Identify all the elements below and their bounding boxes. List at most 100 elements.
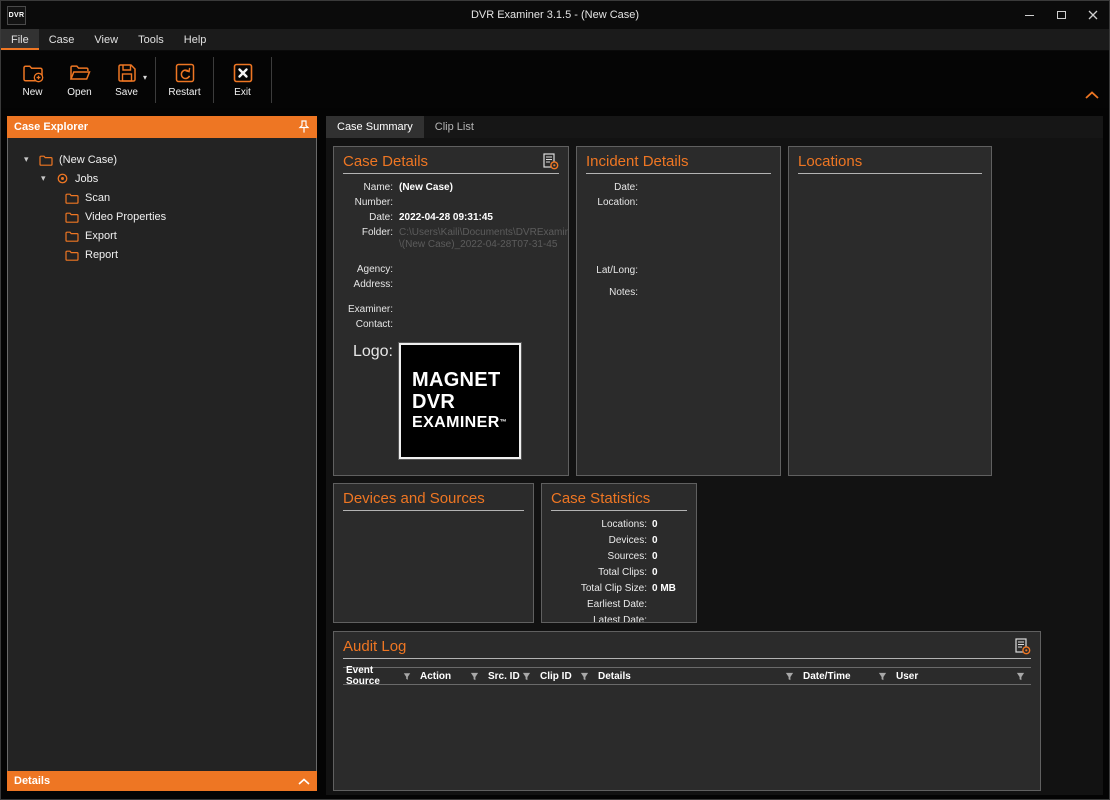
close-button[interactable] xyxy=(1077,1,1109,29)
field-name: Name: (New Case) xyxy=(343,182,559,194)
tree-item-label: (New Case) xyxy=(59,154,117,166)
tree-item-report[interactable]: Report xyxy=(8,245,316,264)
audit-report-icon[interactable] xyxy=(1014,638,1031,655)
field-agency: Agency: xyxy=(343,264,559,276)
field-examiner: Examiner: xyxy=(343,304,559,316)
devices-sources-panel: Devices and Sources xyxy=(333,483,534,623)
restart-button[interactable]: Restart xyxy=(161,54,208,106)
audit-log-panel: Audit Log Event Source xyxy=(333,631,1041,791)
open-case-icon xyxy=(68,61,92,85)
locations-panel: Locations xyxy=(788,146,992,476)
stat-total-clip-size: Total Clip Size: 0 MB xyxy=(551,583,687,595)
toolbar-divider xyxy=(213,57,214,103)
expander-icon[interactable]: ▾ xyxy=(24,154,39,165)
edit-report-icon[interactable] xyxy=(542,153,559,170)
app-window: DVR DVR Examiner 3.1.5 - (New Case) File… xyxy=(0,0,1110,800)
tree-item-label: Video Properties xyxy=(85,211,166,223)
maximize-icon xyxy=(1057,11,1066,19)
details-bar-label: Details xyxy=(14,775,50,787)
save-icon xyxy=(115,61,139,85)
tree-item-scan[interactable]: Scan xyxy=(8,188,316,207)
stat-latest-date: Latest Date: xyxy=(551,615,687,623)
field-contact: Contact: xyxy=(343,319,559,331)
field-incident-notes: Notes: xyxy=(586,287,771,299)
save-case-button[interactable]: ▾ Save xyxy=(103,54,150,106)
tree-item-label: Jobs xyxy=(75,173,98,185)
toolbar-divider xyxy=(155,57,156,103)
case-details-title: Case Details xyxy=(343,153,428,170)
tree-item-export[interactable]: Export xyxy=(8,226,316,245)
column-event-source[interactable]: Event Source xyxy=(343,668,417,684)
filter-icon[interactable] xyxy=(522,672,531,681)
menu-case[interactable]: Case xyxy=(39,29,85,50)
jobs-icon xyxy=(56,172,69,185)
tree-item-label: Report xyxy=(85,249,118,261)
restart-button-label: Restart xyxy=(168,87,200,98)
field-logo: Logo: MAGNET DVR EXAMINER™ xyxy=(343,343,559,459)
filter-icon[interactable] xyxy=(785,672,794,681)
case-explorer-title: Case Explorer xyxy=(14,121,88,133)
folder-icon xyxy=(65,211,79,223)
filter-icon[interactable] xyxy=(580,672,589,681)
folder-icon xyxy=(39,154,53,166)
window-controls xyxy=(1013,1,1109,29)
tree-item-video-properties[interactable]: Video Properties xyxy=(8,207,316,226)
window-title: DVR Examiner 3.1.5 - (New Case) xyxy=(1,9,1109,21)
devices-sources-header: Devices and Sources xyxy=(343,490,524,511)
toolbar: New Open ▾ Save Restart xyxy=(1,51,1109,108)
tree-item-jobs[interactable]: ▾ Jobs xyxy=(8,169,316,188)
field-incident-latlong: Lat/Long: xyxy=(586,265,771,277)
filter-icon[interactable] xyxy=(1016,672,1025,681)
tree-item-new-case[interactable]: ▾ (New Case) xyxy=(8,150,316,169)
incident-details-header: Incident Details xyxy=(586,153,771,174)
tab-clip-list[interactable]: Clip List xyxy=(424,116,485,138)
menu-bar: File Case View Tools Help xyxy=(1,29,1109,51)
filter-icon[interactable] xyxy=(403,672,411,681)
tab-case-summary[interactable]: Case Summary xyxy=(326,116,424,138)
menu-help[interactable]: Help xyxy=(174,29,217,50)
column-action[interactable]: Action xyxy=(417,668,485,684)
save-dropdown-caret-icon[interactable]: ▾ xyxy=(143,73,147,82)
column-details[interactable]: Details xyxy=(595,668,800,684)
open-case-button[interactable]: Open xyxy=(56,54,103,106)
ribbon-collapse-button[interactable] xyxy=(1085,86,1099,104)
details-bar[interactable]: Details xyxy=(7,771,317,791)
stat-total-clips: Total Clips: 0 xyxy=(551,567,687,579)
case-logo-image: MAGNET DVR EXAMINER™ xyxy=(399,343,521,459)
exit-button[interactable]: Exit xyxy=(219,54,266,106)
menu-file[interactable]: File xyxy=(1,29,39,50)
column-src-id[interactable]: Src. ID xyxy=(485,668,537,684)
case-statistics-panel: Case Statistics Locations: 0 Devices: 0 … xyxy=(541,483,697,623)
menu-tools[interactable]: Tools xyxy=(128,29,174,50)
audit-table-header: Event Source Action Src. ID Clip ID xyxy=(343,667,1031,685)
locations-title: Locations xyxy=(798,153,862,170)
stat-devices: Devices: 0 xyxy=(551,535,687,547)
locations-header: Locations xyxy=(798,153,982,174)
menu-view[interactable]: View xyxy=(84,29,128,50)
stat-sources: Sources: 0 xyxy=(551,551,687,563)
field-date: Date: 2022-04-28 09:31:45 xyxy=(343,212,559,224)
filter-icon[interactable] xyxy=(878,672,887,681)
filter-icon[interactable] xyxy=(470,672,479,681)
body-region: Case Explorer ▾ (New Case) ▾ xyxy=(1,108,1109,799)
pin-icon[interactable] xyxy=(298,120,310,134)
restart-icon xyxy=(173,61,197,85)
new-case-button[interactable]: New xyxy=(9,54,56,106)
close-icon xyxy=(1088,10,1098,20)
expander-icon[interactable]: ▾ xyxy=(41,173,56,184)
toolbar-divider xyxy=(271,57,272,103)
incident-details-panel: Incident Details Date: Location: Lat/Lon… xyxy=(576,146,781,476)
minimize-icon xyxy=(1025,15,1034,16)
folder-icon xyxy=(65,230,79,242)
exit-button-label: Exit xyxy=(234,87,251,98)
folder-icon xyxy=(65,249,79,261)
maximize-button[interactable] xyxy=(1045,1,1077,29)
column-date-time[interactable]: Date/Time xyxy=(800,668,893,684)
case-statistics-header: Case Statistics xyxy=(551,490,687,511)
stat-locations: Locations: 0 xyxy=(551,519,687,531)
case-details-header: Case Details xyxy=(343,153,559,174)
column-user[interactable]: User xyxy=(893,668,1031,684)
column-clip-id[interactable]: Clip ID xyxy=(537,668,595,684)
minimize-button[interactable] xyxy=(1013,1,1045,29)
chevron-up-icon xyxy=(1085,91,1099,99)
